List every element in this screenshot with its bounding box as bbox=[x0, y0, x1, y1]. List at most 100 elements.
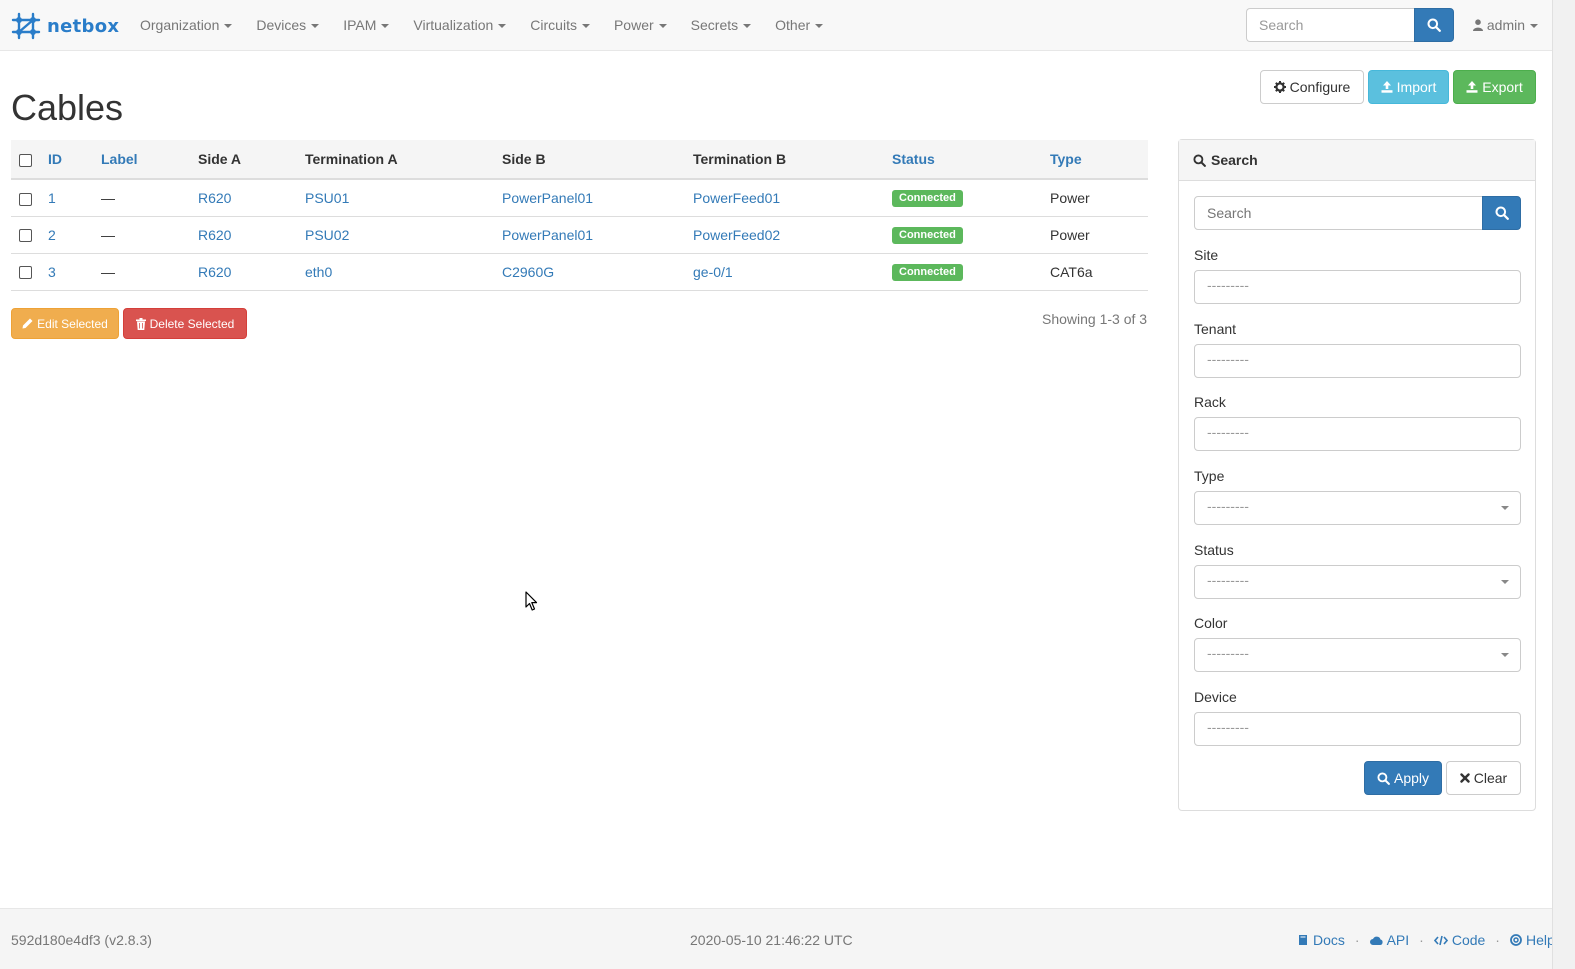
termination-b-link[interactable]: ge-0/1 bbox=[693, 264, 733, 280]
side-b-link[interactable]: C2960G bbox=[502, 264, 554, 280]
termination-a-link[interactable]: PSU02 bbox=[305, 227, 349, 243]
tenant-label: Tenant bbox=[1194, 321, 1237, 337]
sort-id-link[interactable]: ID bbox=[48, 151, 62, 167]
column-header-type[interactable]: Type bbox=[1042, 140, 1148, 180]
footer-separator: · bbox=[1495, 932, 1500, 948]
tenant-value: --------- bbox=[1207, 351, 1249, 367]
color-select[interactable]: --------- bbox=[1194, 638, 1521, 672]
edit-selected-label: Edit Selected bbox=[37, 316, 108, 331]
nav-menu-secrets[interactable]: Secrets bbox=[679, 0, 763, 51]
pencil-icon bbox=[22, 318, 33, 329]
filter-panel-heading: Search bbox=[1179, 140, 1535, 181]
footer-separator: · bbox=[1354, 932, 1360, 948]
status-value: --------- bbox=[1207, 572, 1249, 588]
gear-icon bbox=[1273, 81, 1286, 93]
search-icon bbox=[1427, 18, 1441, 32]
cell-side-a: R620 bbox=[190, 253, 297, 291]
nav-menu-label: Power bbox=[613, 17, 654, 33]
apply-button[interactable]: Apply bbox=[1364, 761, 1442, 795]
export-button[interactable]: Export bbox=[1453, 70, 1536, 104]
api-label: API bbox=[1386, 932, 1410, 948]
cable-id-link[interactable]: 1 bbox=[48, 190, 56, 206]
column-header-id[interactable]: ID bbox=[40, 140, 93, 180]
configure-button[interactable]: Configure bbox=[1260, 70, 1364, 104]
side-a-link[interactable]: R620 bbox=[198, 190, 231, 206]
type-select[interactable]: --------- bbox=[1194, 491, 1521, 525]
side-b-link[interactable]: PowerPanel01 bbox=[502, 227, 593, 243]
cell-type: Power bbox=[1042, 179, 1148, 217]
select-all-checkbox[interactable] bbox=[19, 153, 32, 167]
site-field[interactable]: --------- bbox=[1194, 270, 1521, 304]
column-header-status[interactable]: Status bbox=[884, 140, 1042, 180]
row-checkbox[interactable] bbox=[19, 266, 32, 280]
sort-type-link[interactable]: Type bbox=[1050, 151, 1082, 167]
termination-b-link[interactable]: PowerFeed01 bbox=[693, 190, 780, 206]
import-label: Import bbox=[1396, 79, 1437, 95]
nav-menu-label: Virtualization bbox=[413, 17, 494, 33]
edit-selected-button[interactable]: Edit Selected bbox=[11, 308, 119, 339]
user-menu[interactable]: admin bbox=[1473, 0, 1539, 51]
brand-logo-link[interactable]: netbox bbox=[11, 11, 119, 41]
nav-menu-devices[interactable]: Devices bbox=[244, 0, 331, 51]
cell-id: 2 bbox=[40, 216, 93, 254]
cable-id-link[interactable]: 3 bbox=[48, 264, 56, 280]
help-link[interactable]: Help bbox=[1510, 932, 1555, 948]
import-button[interactable]: Import bbox=[1368, 70, 1449, 104]
clear-button[interactable]: Clear bbox=[1446, 761, 1521, 795]
select-all-cell bbox=[11, 140, 40, 180]
docs-link[interactable]: Docs bbox=[1297, 932, 1345, 948]
column-header-label[interactable]: Label bbox=[93, 140, 190, 180]
upload-icon bbox=[1466, 81, 1478, 93]
cell-side-a: R620 bbox=[190, 179, 297, 217]
nav-menu-ipam[interactable]: IPAM bbox=[331, 0, 401, 51]
termination-b-link[interactable]: PowerFeed02 bbox=[693, 227, 780, 243]
cell-label: — bbox=[93, 253, 190, 291]
search-icon bbox=[1377, 771, 1390, 785]
code-link[interactable]: Code bbox=[1433, 932, 1485, 948]
row-checkbox[interactable] bbox=[19, 192, 32, 206]
cell-label: — bbox=[93, 216, 190, 254]
color-label: Color bbox=[1194, 615, 1228, 631]
caret-down-icon bbox=[224, 24, 233, 29]
device-value: --------- bbox=[1207, 719, 1249, 735]
vertical-scrollbar[interactable] bbox=[1552, 0, 1575, 969]
row-checkbox[interactable] bbox=[19, 229, 32, 243]
column-header-termination-a: Termination A bbox=[297, 140, 494, 180]
rack-field[interactable]: --------- bbox=[1194, 417, 1521, 451]
cell-id: 3 bbox=[40, 253, 93, 291]
caret-down-icon bbox=[1501, 580, 1509, 584]
status-badge: Connected bbox=[892, 264, 963, 281]
column-header-side-b: Side B bbox=[494, 140, 685, 180]
docs-label: Docs bbox=[1313, 932, 1345, 948]
global-search-input[interactable] bbox=[1246, 8, 1415, 42]
filter-search-input[interactable] bbox=[1194, 196, 1483, 230]
netbox-logo-icon bbox=[11, 12, 41, 40]
global-search-button[interactable] bbox=[1414, 8, 1454, 42]
cell-termination-a: PSU02 bbox=[297, 216, 494, 254]
side-a-link[interactable]: R620 bbox=[198, 264, 231, 280]
nav-menu-other[interactable]: Other bbox=[763, 0, 835, 51]
status-badge: Connected bbox=[892, 227, 963, 244]
tenant-field[interactable]: --------- bbox=[1194, 344, 1521, 378]
nav-menu-circuits[interactable]: Circuits bbox=[518, 0, 602, 51]
side-a-link[interactable]: R620 bbox=[198, 227, 231, 243]
termination-a-link[interactable]: PSU01 bbox=[305, 190, 349, 206]
device-field[interactable]: --------- bbox=[1194, 712, 1521, 746]
side-b-link[interactable]: PowerPanel01 bbox=[502, 190, 593, 206]
nav-menu-virtualization[interactable]: Virtualization bbox=[401, 0, 518, 51]
cable-id-link[interactable]: 2 bbox=[48, 227, 56, 243]
delete-selected-button[interactable]: Delete Selected bbox=[123, 308, 247, 339]
caret-down-icon bbox=[658, 24, 667, 29]
sort-status-link[interactable]: Status bbox=[892, 151, 935, 167]
nav-menu-organization[interactable]: Organization bbox=[128, 0, 244, 51]
footer-separator: · bbox=[1419, 932, 1424, 948]
status-select[interactable]: --------- bbox=[1194, 565, 1521, 599]
caret-down-icon bbox=[1501, 653, 1509, 657]
api-link[interactable]: API bbox=[1369, 932, 1410, 948]
nav-menu-power[interactable]: Power bbox=[602, 0, 679, 51]
sort-label-link[interactable]: Label bbox=[101, 151, 138, 167]
site-value: --------- bbox=[1207, 277, 1249, 293]
nav-menu-label: IPAM bbox=[343, 17, 377, 33]
filter-search-button[interactable] bbox=[1482, 196, 1521, 230]
termination-a-link[interactable]: eth0 bbox=[305, 264, 332, 280]
